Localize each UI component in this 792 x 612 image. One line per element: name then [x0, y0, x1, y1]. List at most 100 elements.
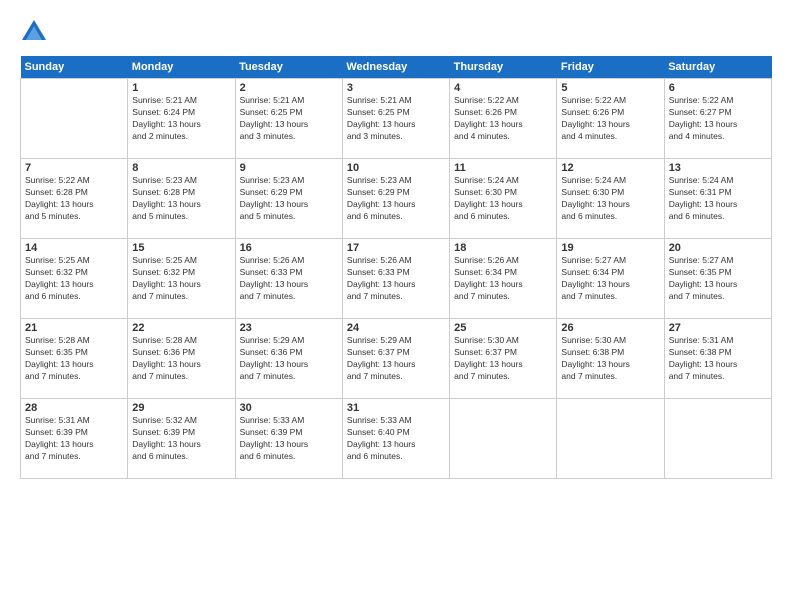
day-number: 14 — [25, 242, 123, 254]
day-number: 8 — [132, 162, 230, 174]
cell-info: Sunrise: 5:28 AM Sunset: 6:36 PM Dayligh… — [132, 335, 230, 383]
calendar-cell: 27Sunrise: 5:31 AM Sunset: 6:38 PM Dayli… — [664, 319, 771, 399]
calendar-cell: 7Sunrise: 5:22 AM Sunset: 6:28 PM Daylig… — [21, 159, 128, 239]
calendar-cell: 30Sunrise: 5:33 AM Sunset: 6:39 PM Dayli… — [235, 399, 342, 479]
week-row-2: 14Sunrise: 5:25 AM Sunset: 6:32 PM Dayli… — [21, 239, 772, 319]
calendar-cell: 10Sunrise: 5:23 AM Sunset: 6:29 PM Dayli… — [342, 159, 449, 239]
day-number: 30 — [240, 402, 338, 414]
calendar-cell: 31Sunrise: 5:33 AM Sunset: 6:40 PM Dayli… — [342, 399, 449, 479]
calendar-cell — [21, 79, 128, 159]
calendar-cell: 23Sunrise: 5:29 AM Sunset: 6:36 PM Dayli… — [235, 319, 342, 399]
cell-info: Sunrise: 5:27 AM Sunset: 6:34 PM Dayligh… — [561, 255, 659, 303]
cell-info: Sunrise: 5:23 AM Sunset: 6:29 PM Dayligh… — [240, 175, 338, 223]
calendar-cell: 20Sunrise: 5:27 AM Sunset: 6:35 PM Dayli… — [664, 239, 771, 319]
header-cell-saturday: Saturday — [664, 56, 771, 79]
day-number: 22 — [132, 322, 230, 334]
week-row-4: 28Sunrise: 5:31 AM Sunset: 6:39 PM Dayli… — [21, 399, 772, 479]
calendar-cell — [664, 399, 771, 479]
calendar-body: 1Sunrise: 5:21 AM Sunset: 6:24 PM Daylig… — [21, 79, 772, 479]
header — [20, 18, 772, 46]
cell-info: Sunrise: 5:23 AM Sunset: 6:29 PM Dayligh… — [347, 175, 445, 223]
day-number: 21 — [25, 322, 123, 334]
week-row-1: 7Sunrise: 5:22 AM Sunset: 6:28 PM Daylig… — [21, 159, 772, 239]
cell-info: Sunrise: 5:22 AM Sunset: 6:28 PM Dayligh… — [25, 175, 123, 223]
day-number: 5 — [561, 82, 659, 94]
calendar-cell: 15Sunrise: 5:25 AM Sunset: 6:32 PM Dayli… — [128, 239, 235, 319]
day-number: 29 — [132, 402, 230, 414]
day-number: 17 — [347, 242, 445, 254]
cell-info: Sunrise: 5:32 AM Sunset: 6:39 PM Dayligh… — [132, 415, 230, 463]
week-row-0: 1Sunrise: 5:21 AM Sunset: 6:24 PM Daylig… — [21, 79, 772, 159]
cell-info: Sunrise: 5:26 AM Sunset: 6:33 PM Dayligh… — [347, 255, 445, 303]
cell-info: Sunrise: 5:25 AM Sunset: 6:32 PM Dayligh… — [25, 255, 123, 303]
day-number: 10 — [347, 162, 445, 174]
calendar-cell: 5Sunrise: 5:22 AM Sunset: 6:26 PM Daylig… — [557, 79, 664, 159]
cell-info: Sunrise: 5:21 AM Sunset: 6:25 PM Dayligh… — [240, 95, 338, 143]
cell-info: Sunrise: 5:31 AM Sunset: 6:39 PM Dayligh… — [25, 415, 123, 463]
calendar-cell: 21Sunrise: 5:28 AM Sunset: 6:35 PM Dayli… — [21, 319, 128, 399]
day-number: 13 — [669, 162, 767, 174]
cell-info: Sunrise: 5:24 AM Sunset: 6:30 PM Dayligh… — [454, 175, 552, 223]
cell-info: Sunrise: 5:22 AM Sunset: 6:27 PM Dayligh… — [669, 95, 767, 143]
day-number: 9 — [240, 162, 338, 174]
day-number: 16 — [240, 242, 338, 254]
header-cell-friday: Friday — [557, 56, 664, 79]
header-cell-monday: Monday — [128, 56, 235, 79]
cell-info: Sunrise: 5:29 AM Sunset: 6:37 PM Dayligh… — [347, 335, 445, 383]
calendar-cell: 6Sunrise: 5:22 AM Sunset: 6:27 PM Daylig… — [664, 79, 771, 159]
cell-info: Sunrise: 5:24 AM Sunset: 6:30 PM Dayligh… — [561, 175, 659, 223]
week-row-3: 21Sunrise: 5:28 AM Sunset: 6:35 PM Dayli… — [21, 319, 772, 399]
day-number: 2 — [240, 82, 338, 94]
calendar-cell: 11Sunrise: 5:24 AM Sunset: 6:30 PM Dayli… — [450, 159, 557, 239]
cell-info: Sunrise: 5:21 AM Sunset: 6:25 PM Dayligh… — [347, 95, 445, 143]
day-number: 4 — [454, 82, 552, 94]
calendar-cell — [557, 399, 664, 479]
cell-info: Sunrise: 5:21 AM Sunset: 6:24 PM Dayligh… — [132, 95, 230, 143]
cell-info: Sunrise: 5:33 AM Sunset: 6:40 PM Dayligh… — [347, 415, 445, 463]
day-number: 27 — [669, 322, 767, 334]
calendar-cell: 3Sunrise: 5:21 AM Sunset: 6:25 PM Daylig… — [342, 79, 449, 159]
calendar-cell: 16Sunrise: 5:26 AM Sunset: 6:33 PM Dayli… — [235, 239, 342, 319]
calendar-cell: 22Sunrise: 5:28 AM Sunset: 6:36 PM Dayli… — [128, 319, 235, 399]
day-number: 31 — [347, 402, 445, 414]
calendar-cell: 8Sunrise: 5:23 AM Sunset: 6:28 PM Daylig… — [128, 159, 235, 239]
day-number: 1 — [132, 82, 230, 94]
page: SundayMondayTuesdayWednesdayThursdayFrid… — [0, 0, 792, 612]
cell-info: Sunrise: 5:28 AM Sunset: 6:35 PM Dayligh… — [25, 335, 123, 383]
day-number: 11 — [454, 162, 552, 174]
day-number: 3 — [347, 82, 445, 94]
calendar-cell: 17Sunrise: 5:26 AM Sunset: 6:33 PM Dayli… — [342, 239, 449, 319]
header-cell-thursday: Thursday — [450, 56, 557, 79]
cell-info: Sunrise: 5:22 AM Sunset: 6:26 PM Dayligh… — [454, 95, 552, 143]
day-number: 25 — [454, 322, 552, 334]
cell-info: Sunrise: 5:24 AM Sunset: 6:31 PM Dayligh… — [669, 175, 767, 223]
calendar-cell — [450, 399, 557, 479]
day-number: 12 — [561, 162, 659, 174]
cell-info: Sunrise: 5:31 AM Sunset: 6:38 PM Dayligh… — [669, 335, 767, 383]
calendar-table: SundayMondayTuesdayWednesdayThursdayFrid… — [20, 56, 772, 479]
calendar-cell: 26Sunrise: 5:30 AM Sunset: 6:38 PM Dayli… — [557, 319, 664, 399]
day-number: 18 — [454, 242, 552, 254]
calendar-cell: 25Sunrise: 5:30 AM Sunset: 6:37 PM Dayli… — [450, 319, 557, 399]
calendar-cell: 13Sunrise: 5:24 AM Sunset: 6:31 PM Dayli… — [664, 159, 771, 239]
day-number: 23 — [240, 322, 338, 334]
day-number: 15 — [132, 242, 230, 254]
calendar-cell: 14Sunrise: 5:25 AM Sunset: 6:32 PM Dayli… — [21, 239, 128, 319]
calendar-cell: 19Sunrise: 5:27 AM Sunset: 6:34 PM Dayli… — [557, 239, 664, 319]
day-number: 28 — [25, 402, 123, 414]
header-cell-sunday: Sunday — [21, 56, 128, 79]
day-number: 6 — [669, 82, 767, 94]
calendar-cell: 12Sunrise: 5:24 AM Sunset: 6:30 PM Dayli… — [557, 159, 664, 239]
day-number: 26 — [561, 322, 659, 334]
day-number: 19 — [561, 242, 659, 254]
calendar-cell: 1Sunrise: 5:21 AM Sunset: 6:24 PM Daylig… — [128, 79, 235, 159]
logo — [20, 18, 52, 46]
calendar-cell: 4Sunrise: 5:22 AM Sunset: 6:26 PM Daylig… — [450, 79, 557, 159]
cell-info: Sunrise: 5:26 AM Sunset: 6:34 PM Dayligh… — [454, 255, 552, 303]
calendar-header: SundayMondayTuesdayWednesdayThursdayFrid… — [21, 56, 772, 79]
calendar-cell: 28Sunrise: 5:31 AM Sunset: 6:39 PM Dayli… — [21, 399, 128, 479]
logo-icon — [20, 18, 48, 46]
cell-info: Sunrise: 5:29 AM Sunset: 6:36 PM Dayligh… — [240, 335, 338, 383]
cell-info: Sunrise: 5:33 AM Sunset: 6:39 PM Dayligh… — [240, 415, 338, 463]
day-number: 24 — [347, 322, 445, 334]
